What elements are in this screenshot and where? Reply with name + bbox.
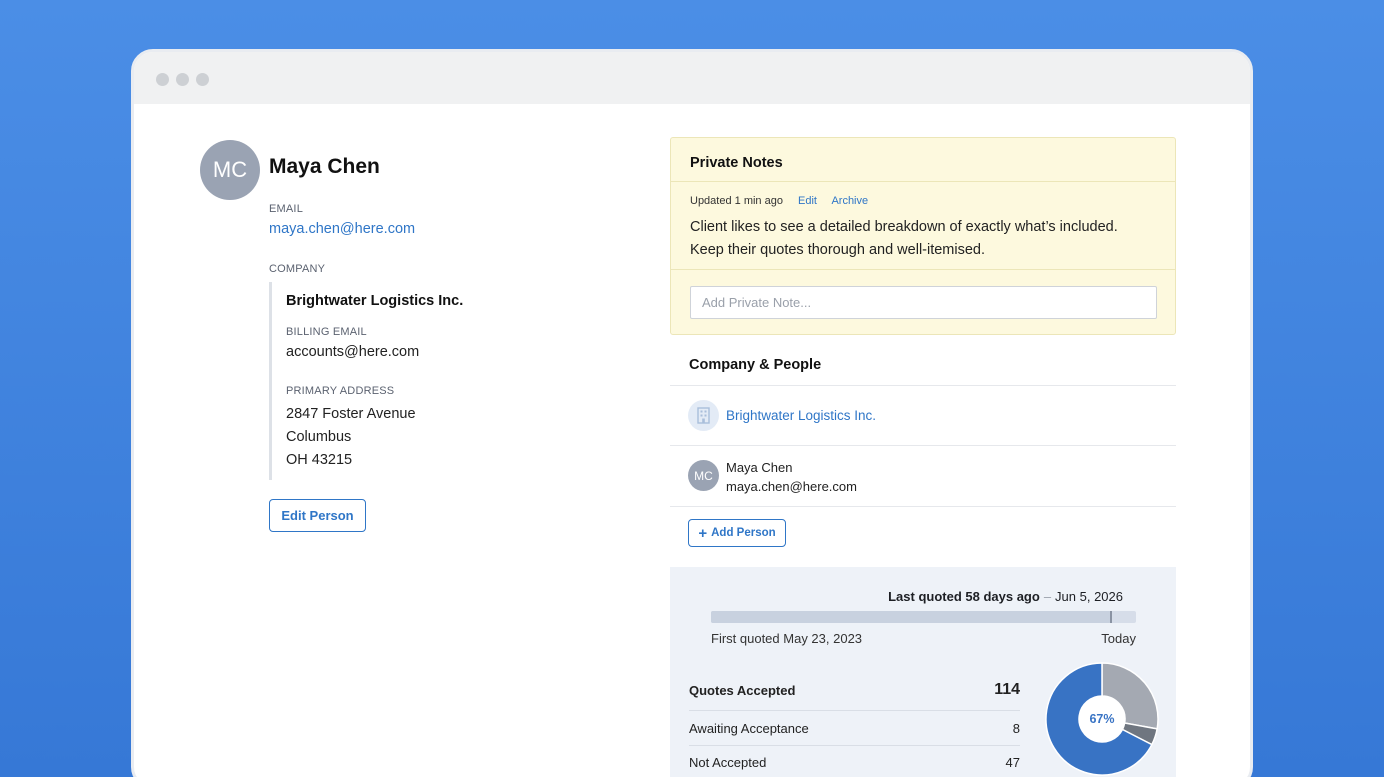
awaiting-acceptance-label: Awaiting Acceptance [689, 721, 809, 736]
first-quoted: First quoted May 23, 2023 [711, 631, 863, 646]
address-line-2: Columbus [286, 429, 352, 445]
person-name: Maya Chen [269, 155, 380, 178]
window-dot-close[interactable] [156, 73, 169, 86]
notes-meta: Updated 1 min ago Edit Archive [690, 195, 880, 207]
last-quoted-label: Last quoted 58 days ago [888, 589, 1040, 604]
divider [670, 506, 1176, 507]
contact-avatar: MC [688, 460, 719, 491]
notes-edit-link[interactable]: Edit [798, 195, 817, 207]
quote-timeline-fill [711, 611, 1111, 623]
company-link[interactable]: Brightwater Logistics Inc. [726, 408, 876, 423]
email-link[interactable]: maya.chen@here.com [269, 221, 415, 237]
private-notes-panel: Private Notes Updated 1 min ago Edit Arc… [670, 137, 1176, 335]
quote-timeline-bar [711, 611, 1136, 623]
add-person-label: Add Person [711, 527, 776, 539]
company-name: Brightwater Logistics Inc. [286, 293, 464, 309]
primary-address-label: PRIMARY ADDRESS [286, 385, 395, 397]
window-titlebar [134, 52, 1250, 104]
add-private-note-input[interactable]: Add Private Note... [690, 286, 1157, 319]
contact-email: maya.chen@here.com [726, 479, 857, 494]
quote-timeline-marker [1109, 611, 1112, 623]
company-people-title: Company & People [689, 357, 822, 373]
address-line-1: 2847 Foster Avenue [286, 406, 416, 422]
divider [670, 445, 1176, 446]
window-dot-maximize[interactable] [196, 73, 209, 86]
browser-window: MC Maya Chen EMAIL maya.chen@here.com CO… [131, 49, 1253, 777]
notes-body: Client likes to see a detailed breakdown… [690, 216, 1160, 262]
not-accepted-value: 47 [1005, 755, 1020, 770]
last-quoted-separator: – [1043, 589, 1052, 604]
person-avatar: MC [200, 140, 260, 200]
notes-line-1: Client likes to see a detailed breakdown… [690, 219, 1118, 235]
address-line-3: OH 43215 [286, 452, 353, 468]
billing-email-label: BILLING EMAIL [286, 326, 367, 338]
awaiting-acceptance-value: 8 [1012, 721, 1020, 736]
quotes-accepted-label: Quotes Accepted [689, 683, 796, 698]
notes-line-2: Keep their quotes thorough and well-item… [690, 242, 986, 258]
notes-archive-link[interactable]: Archive [831, 195, 868, 207]
notes-updated: Updated 1 min ago [690, 195, 783, 207]
divider [670, 385, 1176, 386]
notes-divider [671, 269, 1175, 270]
plus-icon: + [698, 524, 708, 542]
today-label: Today [1101, 631, 1136, 646]
contact-name[interactable]: Maya Chen [726, 460, 792, 475]
private-notes-title: Private Notes [671, 138, 1175, 182]
quotes-accepted-value: 114 [994, 681, 1020, 698]
row-divider [689, 745, 1020, 746]
edit-person-button[interactable]: Edit Person [269, 499, 366, 532]
last-quoted-date: Jun 5, 2026 [1055, 589, 1123, 604]
window-dot-minimize[interactable] [176, 73, 189, 86]
donut-center-label: 67% [1089, 712, 1114, 726]
quote-stats-panel: Last quoted 58 days ago – Jun 5, 2026 Firs… [670, 567, 1176, 777]
add-person-button[interactable]: + Add Person [688, 519, 786, 547]
building-icon [688, 400, 719, 431]
quote-status-donut-chart: 67% [1045, 662, 1159, 776]
email-label: EMAIL [269, 203, 304, 215]
last-quoted: Last quoted 58 days ago – Jun 5, 2026 [888, 589, 1123, 604]
billing-email: accounts@here.com [286, 344, 420, 360]
not-accepted-label: Not Accepted [689, 755, 767, 770]
company-label: COMPANY [269, 263, 326, 275]
company-details [269, 282, 569, 480]
row-divider [689, 710, 1020, 711]
